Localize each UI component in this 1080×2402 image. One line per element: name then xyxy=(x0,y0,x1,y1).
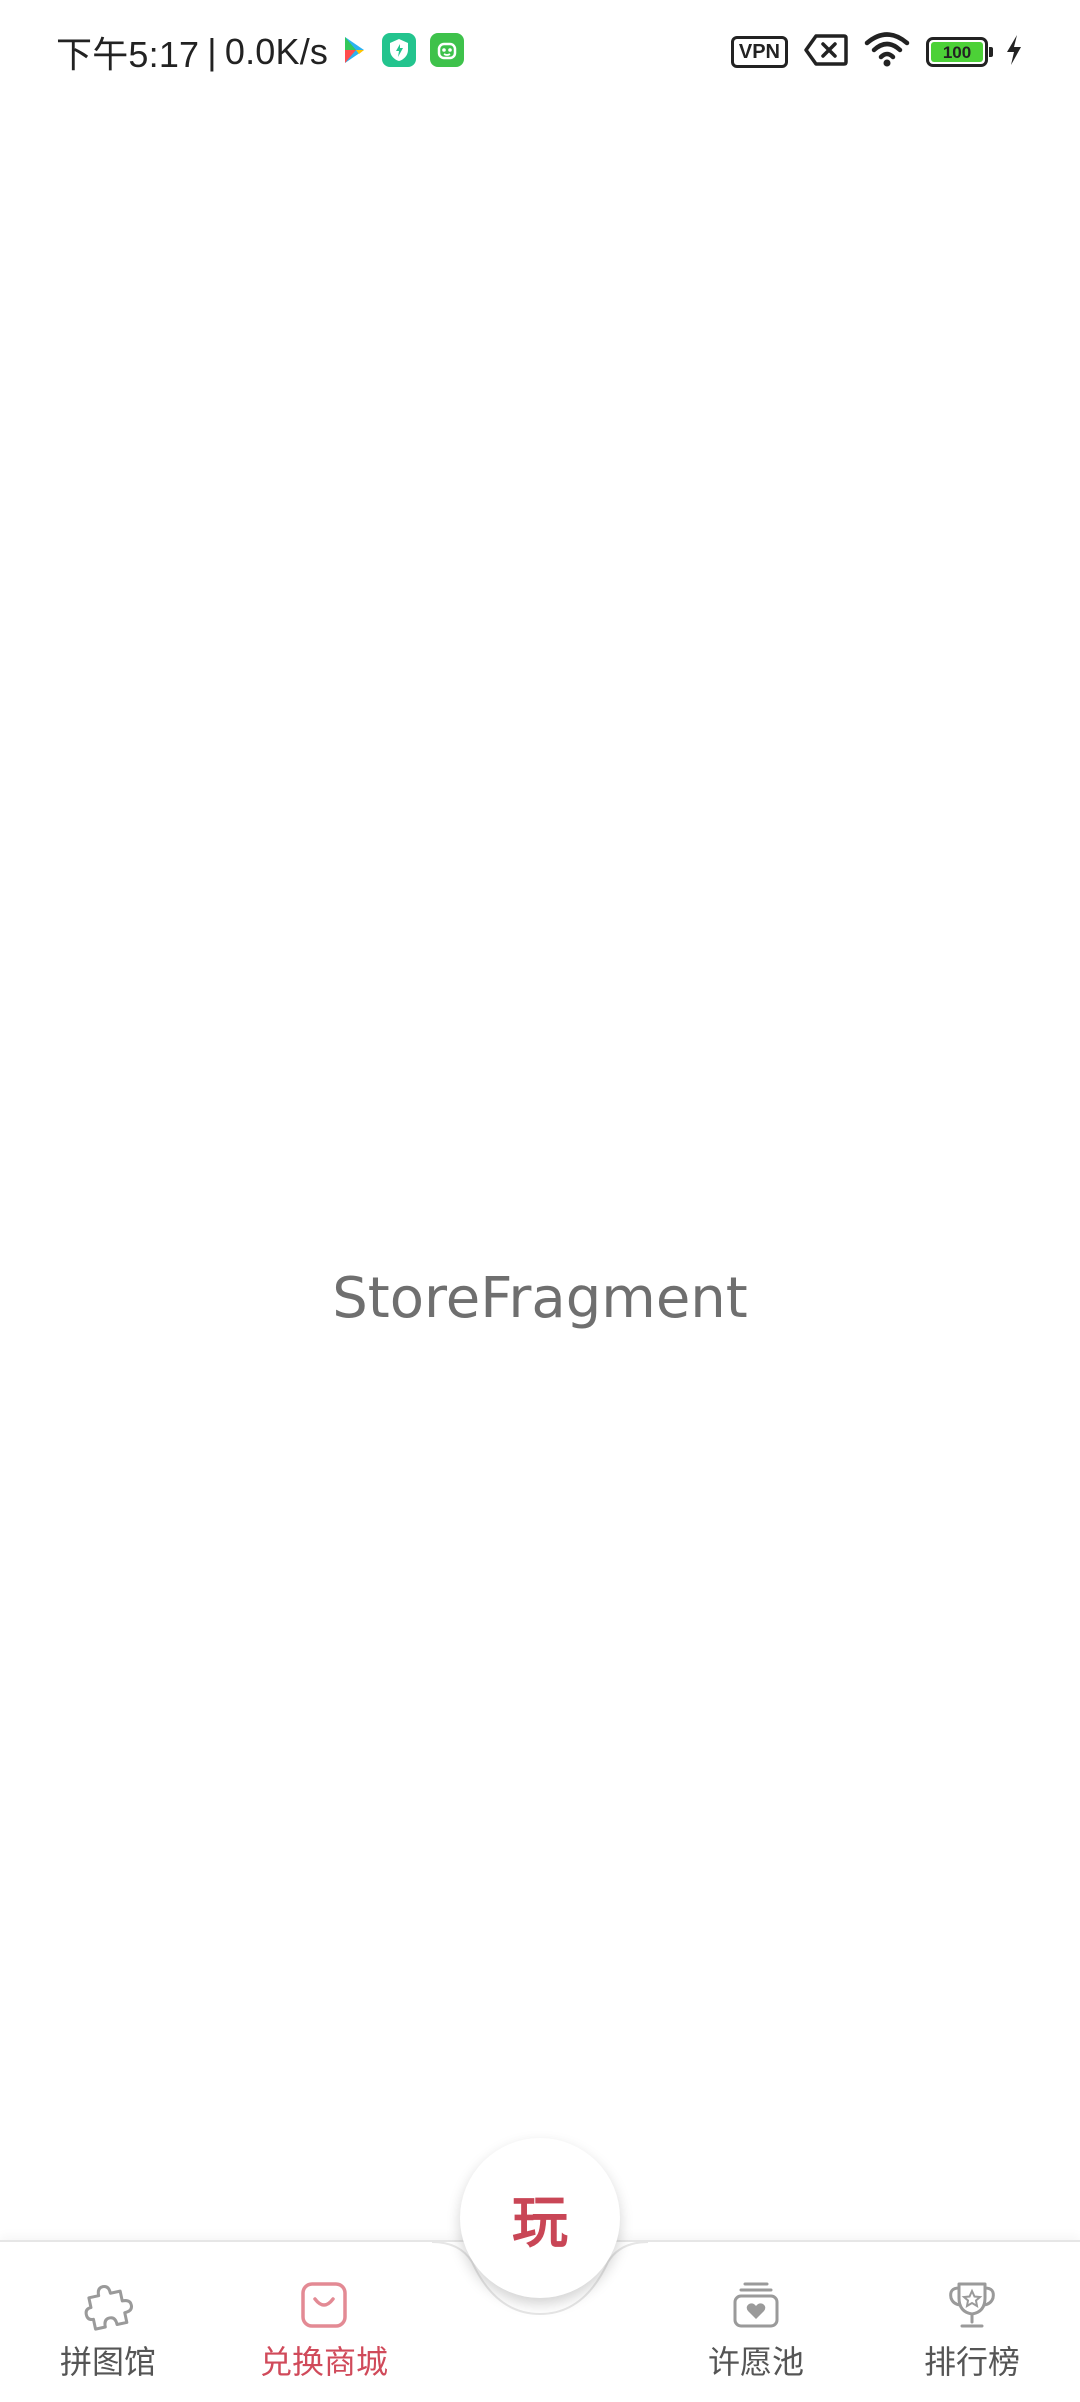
trophy-icon xyxy=(945,2278,999,2332)
nav-item-puzzle-hall[interactable]: 拼图馆 xyxy=(0,2242,216,2402)
play-button-label: 玩 xyxy=(512,2190,568,2256)
status-right: VPN 100 xyxy=(730,22,1024,82)
puzzle-icon xyxy=(81,2278,135,2332)
nav-label: 兑换商城 xyxy=(259,2344,388,2380)
no-sim-icon xyxy=(804,33,848,71)
status-time: 下午5:17 xyxy=(56,34,200,75)
android-robot-icon xyxy=(430,32,465,72)
security-shield-icon xyxy=(382,32,417,72)
nav-item-wish-pool[interactable]: 许愿池 xyxy=(648,2242,864,2402)
battery-icon: 100 xyxy=(926,37,993,67)
play-store-icon xyxy=(342,35,368,70)
fragment-label: StoreFragment xyxy=(332,1266,748,1331)
status-bar: 下午5:17 | 0.0K/s VPN 100 xyxy=(0,0,1080,104)
nav-label: 许愿池 xyxy=(707,2344,804,2380)
status-left: 下午5:17 | 0.0K/s xyxy=(56,22,465,82)
wifi-icon xyxy=(864,31,910,73)
charging-bolt-icon xyxy=(1004,34,1024,71)
play-button[interactable]: 玩 xyxy=(460,2138,620,2298)
vpn-badge: VPN xyxy=(730,36,788,68)
shopping-bag-icon xyxy=(297,2278,351,2332)
nav-item-leaderboard[interactable]: 排行榜 xyxy=(864,2242,1080,2402)
status-separator: | xyxy=(207,31,217,72)
main-content: StoreFragment xyxy=(0,104,1080,2240)
nav-item-exchange-store[interactable]: 兑换商城 xyxy=(216,2242,432,2402)
network-speed: 0.0K/s xyxy=(224,31,329,72)
wish-pool-icon xyxy=(729,2278,783,2332)
nav-label: 排行榜 xyxy=(923,2344,1020,2380)
battery-level: 100 xyxy=(931,42,983,62)
nav-label: 拼图馆 xyxy=(59,2344,156,2380)
